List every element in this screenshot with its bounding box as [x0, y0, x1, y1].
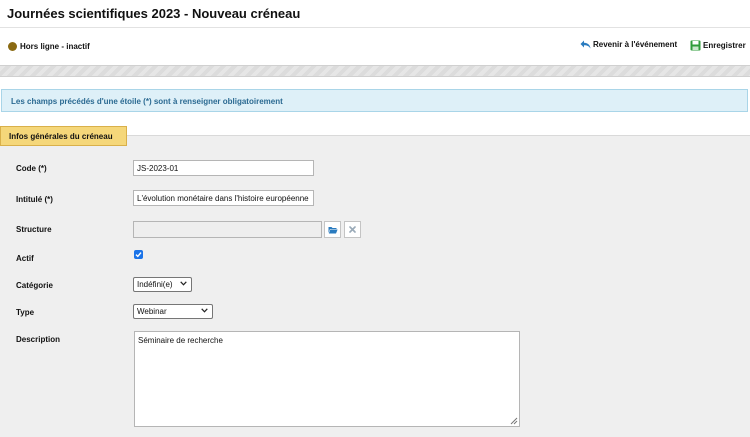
code-input[interactable]	[133, 160, 314, 176]
description-text: Séminaire de recherche	[138, 336, 223, 345]
type-selected-value: Webinar	[137, 307, 167, 316]
back-arrow-icon	[580, 40, 591, 49]
structure-label: Structure	[16, 225, 52, 234]
description-label: Description	[16, 335, 61, 344]
status-indicator: Hors ligne - inactif	[8, 42, 90, 51]
toolbar-separator	[0, 65, 750, 77]
required-fields-notice: Les champs précédés d'une étoile (*) son…	[1, 89, 748, 112]
chevron-down-icon	[201, 308, 208, 313]
categorie-select[interactable]: Indéfini(e)	[133, 277, 192, 292]
folder-open-icon	[328, 226, 338, 233]
code-label: Code (*)	[16, 164, 47, 173]
type-label: Type	[16, 308, 35, 317]
save-icon	[690, 40, 701, 51]
status-dot-icon	[8, 42, 17, 51]
description-textarea[interactable]: Séminaire de recherche	[134, 331, 520, 427]
actif-label: Actif	[16, 254, 34, 263]
intitule-label: Intitulé (*)	[16, 195, 53, 204]
page-title: Journées scientifiques 2023 - Nouveau cr…	[7, 6, 301, 21]
chevron-down-icon	[180, 281, 187, 286]
type-select[interactable]: Webinar	[133, 304, 213, 319]
categorie-label: Catégorie	[16, 281, 53, 290]
intitule-input[interactable]	[133, 190, 314, 206]
status-label: Hors ligne - inactif	[20, 42, 90, 51]
save-label: Enregistrer	[703, 41, 746, 50]
checkmark-icon	[135, 252, 142, 258]
back-to-event-label: Revenir à l'événement	[593, 40, 678, 49]
structure-clear-button[interactable]	[344, 221, 361, 238]
categorie-selected-value: Indéfini(e)	[137, 280, 173, 289]
section-tab-general-info[interactable]: Infos générales du créneau	[0, 126, 127, 146]
resize-grip-icon[interactable]	[508, 415, 518, 425]
title-bar: Journées scientifiques 2023 - Nouveau cr…	[0, 0, 750, 28]
save-button[interactable]: Enregistrer	[690, 40, 746, 51]
back-to-event-button[interactable]: Revenir à l'événement	[580, 40, 677, 49]
close-icon	[349, 226, 356, 233]
actif-checkbox[interactable]	[134, 250, 143, 259]
structure-browse-button[interactable]	[324, 221, 341, 238]
structure-input[interactable]	[133, 221, 322, 238]
